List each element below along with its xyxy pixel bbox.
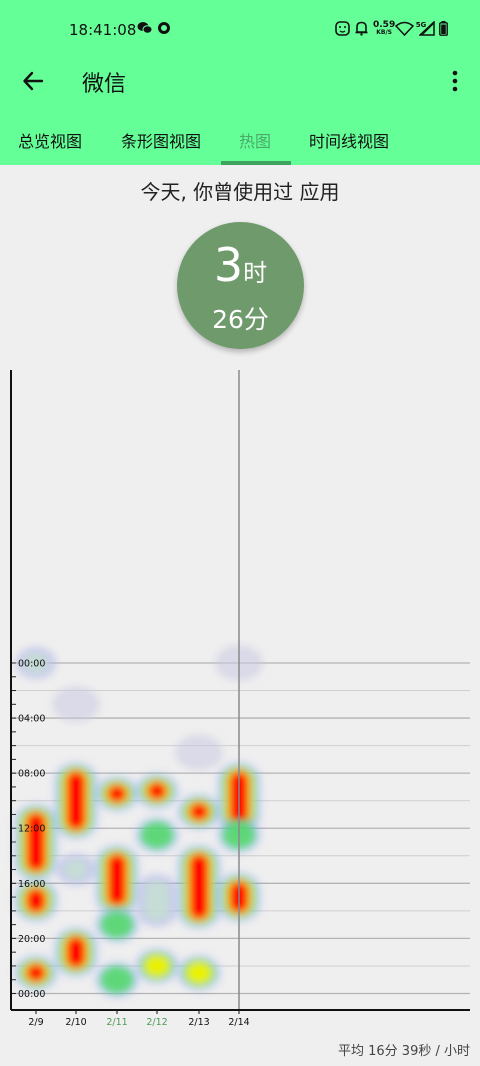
heat-spot (177, 793, 221, 830)
usage-minutes: 26分 (212, 305, 269, 334)
y-tick-label: 08:00 (18, 769, 45, 780)
arrow-back-icon (23, 71, 44, 91)
heat-spot (14, 954, 58, 991)
x-tick-label: 2/11 (106, 1017, 127, 1028)
signal-icon (418, 19, 436, 37)
heat-spot (54, 927, 98, 978)
y-tick-label: 20:00 (18, 934, 45, 945)
tab-overview[interactable]: 总览视图 (18, 128, 82, 152)
tab-bar-chart[interactable]: 条形图视图 (121, 128, 201, 152)
heat-layer (189, 802, 209, 821)
heat-layer (26, 888, 46, 913)
wechat-icon (136, 19, 154, 37)
more-options-button[interactable] (440, 64, 470, 98)
tab-heatmap[interactable]: 热图 (239, 128, 271, 152)
y-tick-label: 00:00 (18, 989, 45, 1000)
back-button[interactable] (16, 64, 50, 98)
heat-layer (144, 954, 170, 977)
heat-layer (107, 784, 127, 803)
heat-layer (175, 734, 223, 771)
heat-layer (140, 821, 174, 850)
heat-spot (137, 874, 177, 927)
net-speed-unit: KB/S (376, 29, 392, 36)
battery-icon (438, 19, 448, 37)
heat-spot (95, 844, 139, 916)
heat-spot (14, 803, 58, 881)
y-tick-label: 12:00 (18, 824, 45, 835)
usage-hours-unit: 时 (243, 259, 268, 287)
heat-spot (95, 961, 139, 998)
total-usage-badge: 3时 26分 (177, 222, 304, 349)
y-tick-label: 16:00 (18, 879, 45, 890)
page-title: 微信 (82, 72, 127, 97)
heat-spot (95, 906, 139, 943)
face-icon (334, 19, 350, 37)
heat-layer (63, 859, 89, 880)
usage-hours: 3时 (177, 242, 304, 288)
x-tick-label: 2/13 (188, 1017, 209, 1028)
heat-layer (66, 936, 86, 969)
view-tabs: 总览视图 条形图视图 热图 时间线视图 (0, 118, 480, 165)
tab-timeline[interactable]: 时间线视图 (309, 128, 389, 152)
heat-layer (100, 965, 134, 994)
app-header: 18:41:08 0.59 KB/S 5G 微信 总览视图 条形图视图 热图 时… (0, 0, 480, 165)
usage-subtitle: 今天, 你曾使用过 应用 (140, 180, 340, 204)
heat-layer (26, 963, 46, 982)
y-tick-label: 04:00 (18, 714, 45, 725)
wifi-icon (394, 19, 414, 37)
heat-layer (147, 782, 167, 801)
heat-spot (54, 762, 98, 840)
more-vert-icon (452, 70, 458, 92)
heat-layer (107, 853, 127, 907)
heat-layer (144, 880, 170, 921)
heat-spot (135, 773, 179, 810)
x-tick-label: 2/10 (65, 1017, 86, 1028)
x-tick-label: 2/9 (28, 1017, 43, 1028)
y-tick-label: 00:00 (18, 659, 45, 670)
heat-spot (177, 844, 221, 929)
heat-layer (66, 771, 86, 831)
usage-hours-value: 3 (213, 238, 244, 292)
heat-spot (177, 954, 221, 991)
usage-heatmap: 00:00 04:00 08:00 12:00 16:00 20:00 00:00 2/9 2/… (10, 370, 470, 1028)
tab-indicator (221, 161, 291, 165)
x-tick-label: 2/14 (228, 1017, 249, 1028)
heat-spot (56, 853, 96, 886)
status-time: 18:41:08 (69, 21, 137, 39)
heat-spot (95, 775, 139, 812)
heat-layer (186, 961, 212, 984)
status-bar: 18:41:08 0.59 KB/S 5G (0, 0, 480, 60)
heat-spot (175, 734, 223, 771)
heat-layer (189, 853, 209, 920)
net-speed-value: 0.59 (373, 20, 396, 30)
heat-spot (135, 817, 179, 854)
bell-off-icon (353, 19, 369, 37)
heat-spot (52, 686, 100, 723)
heat-layer (100, 910, 134, 939)
app-o-icon (157, 19, 171, 37)
heat-layer (52, 686, 100, 723)
heat-layer (26, 812, 46, 872)
net-speed: 0.59 KB/S (373, 21, 395, 37)
average-usage: 平均 16分 39秒 / 小时 (338, 1044, 470, 1059)
heat-spot (135, 947, 179, 984)
x-tick-label: 2/12 (146, 1017, 167, 1028)
